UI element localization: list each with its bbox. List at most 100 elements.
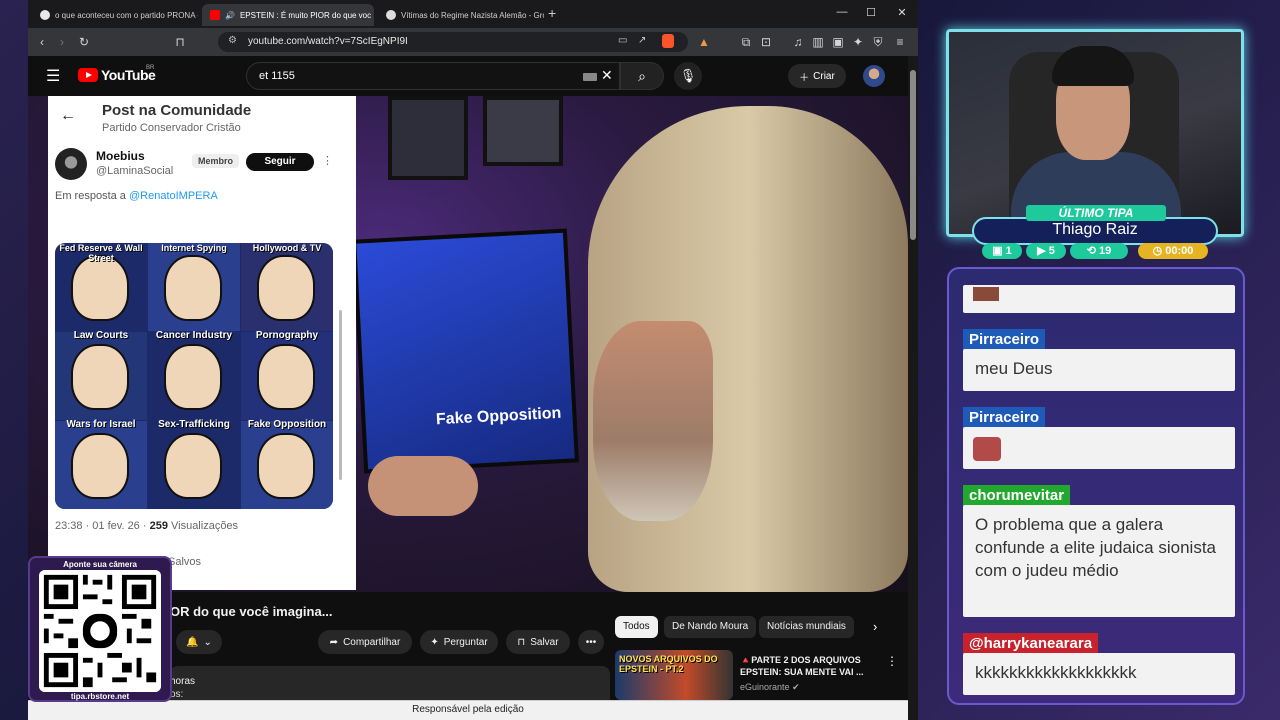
channel-name: eGuinorante — [740, 682, 790, 692]
chip-nando-moura[interactable]: De Nando Moura — [664, 616, 757, 638]
caricature — [257, 344, 315, 410]
back-arrow-icon[interactable]: ← — [60, 107, 76, 125]
caricature — [164, 433, 222, 499]
leo-ai-icon[interactable]: ✦ — [850, 34, 866, 50]
tab-grok[interactable]: Vítimas do Regime Nazista Alemão - Grok — [378, 4, 544, 26]
sparkle-icon: ✦ — [430, 636, 439, 648]
url-text: youtube.com/watch?v=7ScIEgNPI9I — [248, 36, 408, 47]
hamburger-menu-icon[interactable]: ☰ — [46, 66, 60, 86]
wallet-icon[interactable]: ▣ — [830, 34, 846, 50]
site-info-icon[interactable]: ⚙ — [228, 35, 237, 46]
chat-message: kkkkkkkkkkkkkkkkkkk — [963, 653, 1235, 695]
image-caption: Sex-Trafficking — [158, 419, 230, 430]
keyboard-icon[interactable] — [583, 73, 597, 81]
image-cell: Hollywood & TV — [241, 243, 333, 331]
tab-title: o que aconteceu com o partido PRONA - Pe — [55, 10, 198, 20]
menu-icon[interactable]: ≡ — [892, 34, 908, 50]
chat-bubble-icon: ▣ — [992, 245, 1003, 257]
forward-icon[interactable]: › — [54, 34, 70, 50]
caricature — [71, 344, 129, 410]
follow-button[interactable]: Seguir — [246, 153, 314, 171]
more-actions-button[interactable]: ••• — [578, 630, 604, 654]
member-badge: Membro — [192, 154, 240, 168]
image-caption: Fake Opposition — [247, 419, 327, 430]
tab-epstein[interactable]: 🔊 EPSTEIN : É muito PIOR do que voc ✕ — [202, 4, 374, 26]
chip-all[interactable]: Todos — [615, 616, 658, 638]
back-icon[interactable]: ‹ — [34, 34, 50, 50]
search-input[interactable]: et 1155 ✕ — [246, 62, 620, 90]
author-avatar[interactable] — [55, 148, 87, 180]
post-header-channel: Partido Conservador Cristão — [102, 122, 241, 134]
screenshot-icon[interactable]: ⊡ — [758, 34, 774, 50]
extensions-icon[interactable]: ⧉ — [738, 34, 754, 50]
author-name[interactable]: Moebius — [96, 149, 145, 163]
verified-icon: ✔ — [792, 682, 800, 692]
caricature — [164, 344, 222, 410]
maximize-icon[interactable]: ☐ — [859, 6, 883, 19]
caricature — [164, 255, 222, 321]
brave-shield-icon[interactable] — [662, 34, 674, 48]
video-icon: ▶ — [1037, 245, 1046, 257]
image-cell: Law Courts — [55, 330, 147, 420]
scrollbar-thumb[interactable] — [910, 70, 916, 240]
post-scrollbar[interactable] — [339, 310, 342, 480]
chip-world-news[interactable]: Notícias mundiais — [759, 616, 854, 638]
post-timestamp: 23:38 · 01 fev. 26 · — [55, 520, 150, 532]
share-icon[interactable]: ↗ — [638, 35, 646, 46]
share-label: Compartilhar — [343, 636, 401, 648]
close-window-icon[interactable]: ✕ — [890, 6, 914, 19]
reply-mention-link[interactable]: @RenatoIMPERA — [129, 190, 218, 202]
community-post-panel: ← Post na Comunidade Partido Conservador… — [48, 96, 356, 590]
create-label: Criar — [813, 70, 835, 82]
sidebar-icon[interactable]: ▥ — [810, 34, 826, 50]
plus-icon: ＋ — [799, 72, 810, 84]
search-button[interactable]: ⌕ — [620, 62, 664, 90]
caricature — [257, 255, 315, 321]
vpn-icon[interactable]: ⛨ — [870, 34, 886, 50]
share-count-badge: ⟲ 19 — [1070, 243, 1128, 259]
chevron-right-icon[interactable]: › — [873, 619, 877, 634]
chat-message: O problema que a galera confunde a elite… — [963, 505, 1235, 617]
qr-code-card: Aponte sua câmera tipa.rbstore.net — [28, 556, 172, 702]
author-handle[interactable]: @LaminaSocial — [96, 165, 173, 177]
notifications-button[interactable]: 🔔 ⌄ — [176, 630, 222, 654]
create-button[interactable]: ＋ Criar — [788, 64, 846, 88]
save-button[interactable]: ⊓ Salvar — [506, 630, 570, 654]
clear-search-icon[interactable]: ✕ — [601, 67, 613, 84]
saved-label[interactable]: Salvos — [168, 556, 201, 568]
account-avatar[interactable] — [863, 65, 885, 87]
music-icon[interactable]: ♫ — [790, 34, 806, 50]
status-bar: Responsável pela edição — [28, 700, 908, 720]
rewards-icon[interactable]: ▲ — [696, 34, 712, 50]
reload-icon[interactable]: ↻ — [76, 34, 92, 50]
reply-prefix: Em resposta a — [55, 190, 129, 202]
timer-value: 00:00 — [1165, 245, 1194, 257]
share-circle-icon: ⟲ — [1086, 245, 1096, 257]
image-caption: Internet Spying — [161, 243, 227, 253]
recommended-channel[interactable]: eGuinorante ✔ — [740, 682, 800, 693]
recommended-thumbnail[interactable]: NOVOS ARQUIVOS DO EPSTEIN - PT.2 — [615, 650, 733, 700]
recommended-title[interactable]: 🔺PARTE 2 DOS ARQUIVOS EPSTEIN: SUA MENTE… — [740, 654, 880, 678]
share-count: 19 — [1099, 245, 1112, 257]
page-scrollbar[interactable] — [908, 56, 918, 720]
chat-username: chorumevitar — [963, 485, 1071, 507]
chat-count: 1 — [1005, 245, 1012, 257]
address-bar[interactable]: ⚙ youtube.com/watch?v=7ScIEgNPI9I ▭ ↗ — [218, 32, 688, 52]
new-tab-button[interactable]: + — [548, 5, 556, 21]
more-options-icon[interactable]: ⋮ — [322, 154, 333, 167]
sticker-icon — [973, 437, 1001, 461]
bookmark-icon[interactable]: ⊓ — [172, 34, 188, 50]
minimize-icon[interactable]: — — [830, 6, 854, 18]
chat-username: Pirraceiro — [963, 329, 1046, 351]
image-caption: Cancer Industry — [155, 330, 233, 341]
ask-label: Perguntar — [443, 636, 488, 648]
last-tip-label: ÚLTIMO TIPA — [1026, 205, 1166, 221]
share-button[interactable]: ➦ Compartilhar — [318, 630, 412, 654]
cast-icon[interactable]: ▭ — [618, 35, 627, 46]
tab-prona[interactable]: o que aconteceu com o partido PRONA - Pe — [32, 4, 198, 26]
youtube-logo-icon[interactable] — [78, 68, 98, 82]
ask-button[interactable]: ✦ Perguntar — [420, 630, 498, 654]
more-options-icon[interactable]: ⋮ — [886, 654, 898, 668]
post-image[interactable]: Fed Reserve & Wall Street Internet Spyin… — [55, 243, 333, 509]
voice-search-icon[interactable]: 🎙 — [674, 62, 702, 90]
